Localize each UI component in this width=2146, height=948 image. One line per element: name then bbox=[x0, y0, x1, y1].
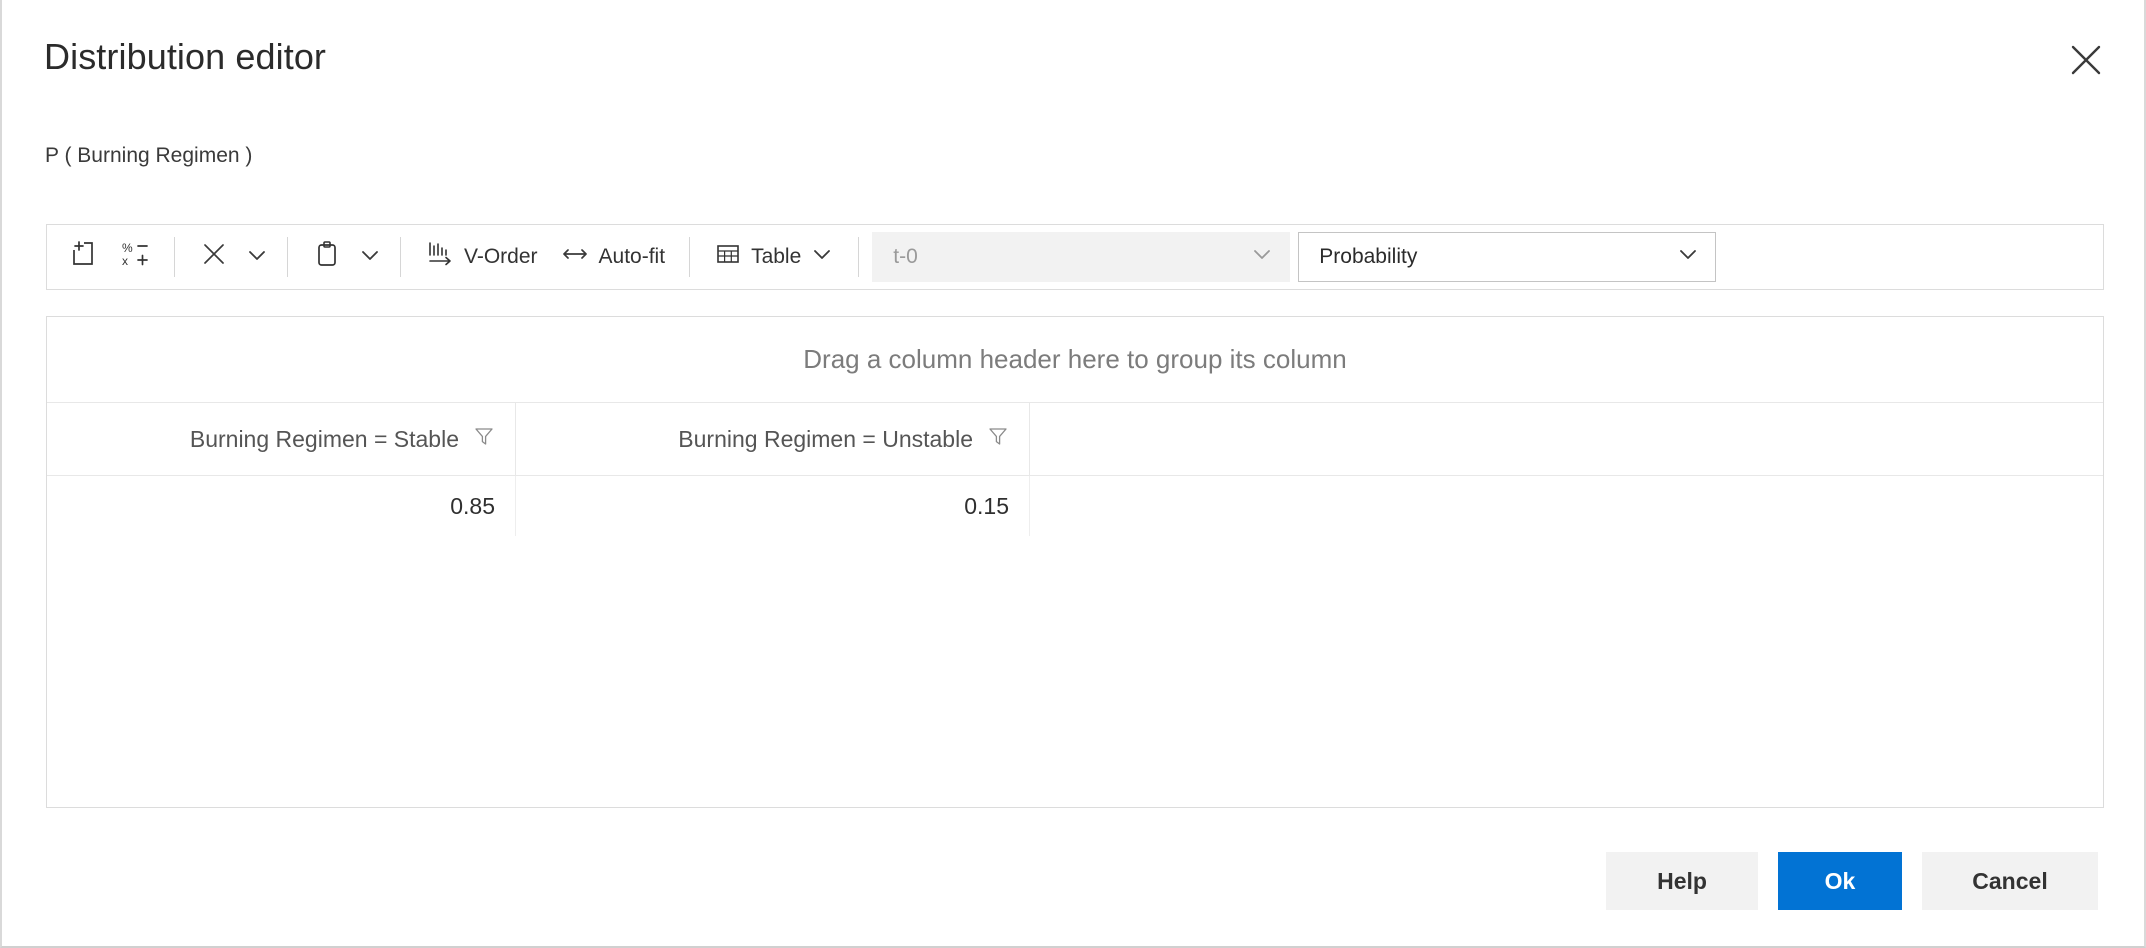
normalize-icon: % x bbox=[120, 239, 150, 275]
svg-text:%: % bbox=[122, 241, 133, 255]
multiply-icon bbox=[199, 239, 229, 275]
column-header-label: Burning Regimen = Stable bbox=[190, 426, 459, 453]
distribution-editor-dialog: Distribution editor P ( Burning Regimen … bbox=[0, 0, 2146, 948]
chevron-down-icon bbox=[357, 242, 383, 273]
column-header-label: Burning Regimen = Unstable bbox=[678, 426, 973, 453]
filter-icon[interactable] bbox=[473, 425, 495, 453]
clipboard-dropdown-caret[interactable] bbox=[353, 233, 387, 281]
multiply-button[interactable] bbox=[188, 233, 240, 281]
v-order-icon bbox=[425, 239, 455, 275]
chevron-down-icon bbox=[810, 242, 834, 272]
close-button[interactable] bbox=[2058, 32, 2114, 88]
group-drop-panel[interactable]: Drag a column header here to group its c… bbox=[47, 317, 2103, 403]
table-icon bbox=[714, 240, 742, 274]
column-header-stable[interactable]: Burning Regimen = Stable bbox=[47, 403, 516, 475]
time-step-value: t-0 bbox=[893, 245, 918, 269]
auto-fit-button[interactable]: Auto-fit bbox=[549, 233, 677, 281]
chevron-down-icon bbox=[1249, 241, 1275, 273]
page-title: Distribution editor bbox=[44, 36, 326, 78]
cell-filler bbox=[1030, 476, 2103, 536]
distribution-expression: P ( Burning Regimen ) bbox=[45, 144, 252, 168]
toolbar-separator bbox=[689, 237, 690, 277]
toolbar-separator bbox=[287, 237, 288, 277]
close-icon bbox=[2069, 43, 2103, 77]
normalize-button[interactable]: % x bbox=[109, 233, 161, 281]
table-label: Table bbox=[751, 245, 801, 269]
table-row[interactable]: 0.85 0.15 bbox=[47, 476, 2103, 536]
cell-stable-probability[interactable]: 0.85 bbox=[47, 476, 516, 536]
group-panel-hint: Drag a column header here to group its c… bbox=[803, 344, 1346, 375]
auto-fit-icon bbox=[560, 239, 590, 275]
time-step-select[interactable]: t-0 bbox=[872, 232, 1290, 282]
cancel-button[interactable]: Cancel bbox=[1922, 852, 2098, 910]
add-row-icon bbox=[68, 239, 98, 275]
auto-fit-label: Auto-fit bbox=[599, 245, 666, 269]
v-order-label: V-Order bbox=[464, 245, 538, 269]
filter-icon[interactable] bbox=[987, 425, 1009, 453]
table-view-button[interactable]: Table bbox=[703, 233, 845, 281]
column-header-unstable[interactable]: Burning Regimen = Unstable bbox=[516, 403, 1030, 475]
distribution-mode-select[interactable]: Probability bbox=[1298, 232, 1716, 282]
help-button[interactable]: Help bbox=[1606, 852, 1758, 910]
v-order-button[interactable]: V-Order bbox=[414, 233, 549, 281]
chevron-down-icon bbox=[1675, 241, 1701, 273]
editor-toolbar: % x bbox=[46, 224, 2104, 290]
distribution-mode-value: Probability bbox=[1319, 245, 1417, 269]
grid-body: 0.85 0.15 bbox=[47, 476, 2103, 807]
column-header-filler bbox=[1030, 403, 2103, 475]
clipboard-button[interactable] bbox=[301, 233, 353, 281]
clipboard-split-button bbox=[301, 233, 387, 281]
cell-unstable-probability[interactable]: 0.15 bbox=[516, 476, 1030, 536]
add-row-button[interactable] bbox=[57, 233, 109, 281]
clipboard-icon bbox=[312, 239, 342, 275]
chevron-down-icon bbox=[244, 242, 270, 273]
toolbar-separator bbox=[400, 237, 401, 277]
grid-header-row: Burning Regimen = Stable Burning Regimen… bbox=[47, 403, 2103, 476]
multiply-split-button bbox=[188, 233, 274, 281]
multiply-dropdown-caret[interactable] bbox=[240, 233, 274, 281]
toolbar-separator bbox=[858, 237, 859, 277]
svg-text:x: x bbox=[122, 254, 128, 268]
ok-button[interactable]: Ok bbox=[1778, 852, 1902, 910]
distribution-grid: Drag a column header here to group its c… bbox=[46, 316, 2104, 808]
dialog-footer: Help Ok Cancel bbox=[2, 852, 2144, 910]
toolbar-separator bbox=[174, 237, 175, 277]
